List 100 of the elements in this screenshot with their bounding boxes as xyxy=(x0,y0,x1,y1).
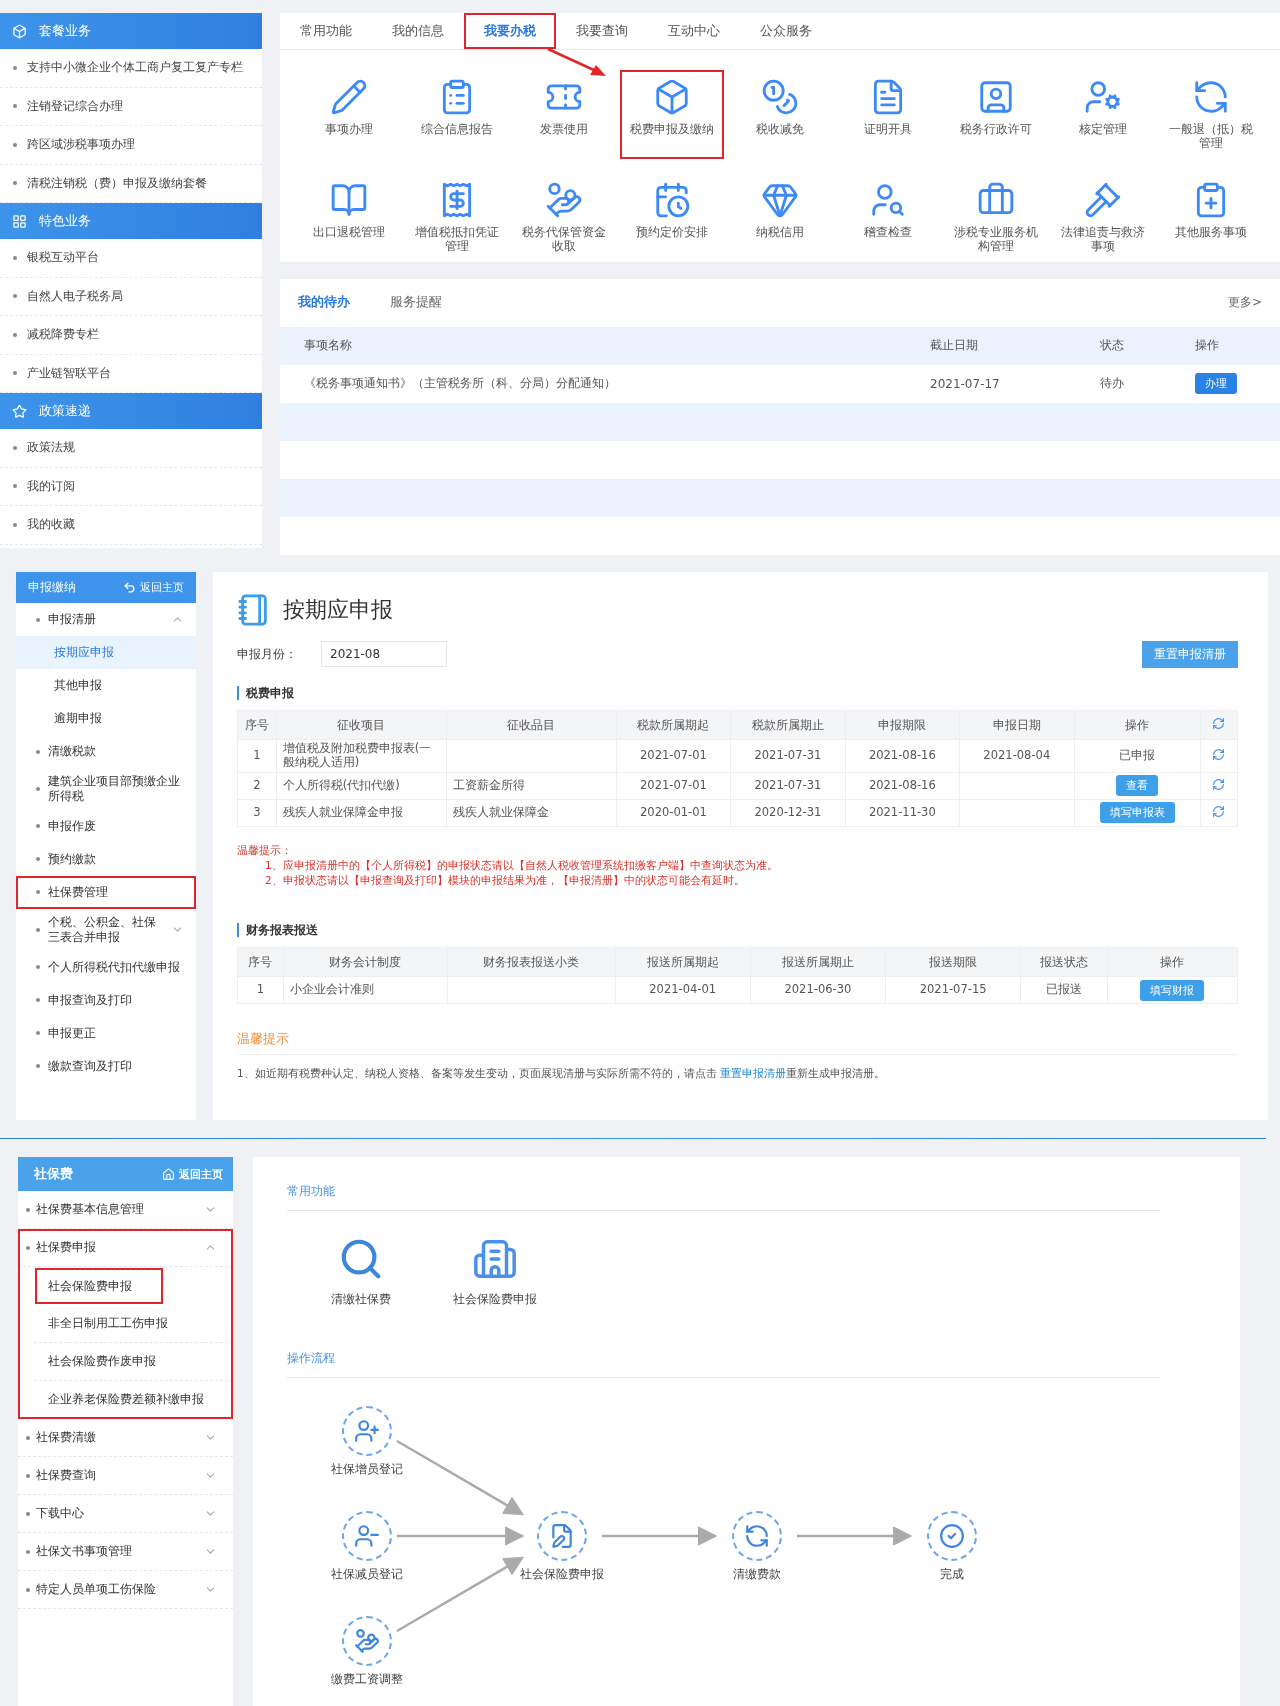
refresh-icon[interactable] xyxy=(1212,777,1226,791)
nav-label: 建筑企业项目部预缴企业所得税 xyxy=(48,774,181,804)
status-text: 已申报 xyxy=(1119,748,1156,763)
nav-subitem[interactable]: 社会保险费申报 xyxy=(34,1267,164,1305)
nav-item[interactable]: 社保费基本信息管理 xyxy=(18,1191,233,1229)
bullet-icon xyxy=(13,294,17,299)
grid-icon xyxy=(12,213,27,229)
flow-label: 缴费工资调整 xyxy=(331,1672,403,1687)
bullet-icon xyxy=(36,927,40,932)
shortcut[interactable]: 清缴社保费 xyxy=(311,1235,411,1308)
table-cell: 1 xyxy=(237,976,284,1004)
tab[interactable]: 常用功能 xyxy=(280,13,372,49)
refresh-icon[interactable] xyxy=(1212,804,1226,818)
bullet-icon xyxy=(26,1473,30,1478)
sidebar-item[interactable]: 注销登记综合办理 xyxy=(0,87,262,126)
gavel-icon xyxy=(1084,180,1123,219)
nav-item[interactable]: 特定人员单项工伤保险 xyxy=(18,1571,233,1609)
service-tile[interactable]: 税务代保管资金收取 xyxy=(512,172,617,262)
service-tile[interactable]: 预约定价安排 xyxy=(620,172,725,262)
sidebar-item[interactable]: 支持中小微企业个体工商户复工复产专栏 xyxy=(0,49,262,88)
service-tile[interactable]: 综合信息报告 xyxy=(404,70,509,159)
nav-label: 社保费申报 xyxy=(36,1240,97,1255)
column-header: 申报期限 xyxy=(845,710,960,740)
nav-subitem[interactable]: 非全日制用工工伤申报 xyxy=(34,1305,233,1343)
table-cell: 2021-06-30 xyxy=(750,976,886,1004)
service-tile[interactable]: 一般退（抵）税管理 xyxy=(1159,70,1264,159)
refresh-icon xyxy=(1212,717,1226,731)
shortcut[interactable]: 社会保险费申报 xyxy=(445,1235,545,1308)
service-tile[interactable]: 涉税专业服务机构管理 xyxy=(943,172,1048,262)
nav-subitem[interactable]: 按期应申报 xyxy=(16,636,196,669)
nav-item[interactable]: 社保费查询 xyxy=(18,1457,233,1495)
service-tile[interactable]: 稽查检查 xyxy=(835,172,940,262)
service-tile[interactable]: 纳税信用 xyxy=(728,172,832,262)
tab[interactable]: 我要查询 xyxy=(556,13,648,49)
refresh-icon[interactable] xyxy=(1212,747,1226,761)
service-tile[interactable]: 税费申报及缴纳 xyxy=(620,70,725,159)
flow-label: 完成 xyxy=(940,1567,964,1582)
sidebar-item[interactable]: 减税降费专栏 xyxy=(0,316,262,355)
tab[interactable]: 服务提醒 xyxy=(382,294,450,311)
back-arrow-icon xyxy=(123,581,136,594)
bullet-icon xyxy=(13,142,17,147)
service-tile[interactable]: 发票使用 xyxy=(512,70,617,159)
bullet-icon xyxy=(13,65,17,70)
service-tile[interactable]: 其他服务事项 xyxy=(1159,172,1264,262)
service-tile[interactable]: 税务行政许可 xyxy=(943,70,1048,159)
bullet-icon xyxy=(26,1245,30,1250)
nav-label: 预约缴款 xyxy=(48,851,97,867)
reset-link[interactable]: 重置申报清册 xyxy=(720,1067,787,1080)
service-tile[interactable]: 事项办理 xyxy=(296,70,401,159)
sidebar-item[interactable]: 我的订阅 xyxy=(0,467,262,506)
bullet-icon xyxy=(26,1511,30,1516)
column-header: 截止日期 xyxy=(930,337,979,354)
sidebar-item[interactable]: 我的收藏 xyxy=(0,506,262,545)
bullet-icon xyxy=(26,1207,30,1212)
section-title: 常用功能 xyxy=(287,1175,1160,1211)
column-header: 报送期限 xyxy=(885,947,1021,977)
nav-item[interactable]: 社保费管理 xyxy=(16,875,196,909)
bullet-icon xyxy=(13,371,17,376)
nav-subitem[interactable]: 社会保险费作废申报 xyxy=(34,1343,233,1381)
table-cell: 2020-01-01 xyxy=(616,799,731,827)
service-tile[interactable]: 证明开具 xyxy=(835,70,940,159)
nav-item[interactable]: 社保费申报 xyxy=(18,1229,233,1267)
nav-subitem[interactable]: 企业养老保险费差额补缴申报 xyxy=(34,1381,233,1419)
bullet-icon xyxy=(13,445,17,450)
more-link[interactable]: 更多> xyxy=(1227,294,1262,311)
nav-item[interactable]: 社保文书事项管理 xyxy=(18,1533,233,1571)
nav-label: 下载中心 xyxy=(36,1506,85,1521)
table-cell: 1 xyxy=(237,739,277,773)
tab[interactable]: 公众服务 xyxy=(740,13,832,49)
tab[interactable]: 我的待办 xyxy=(290,294,358,311)
bullet-icon xyxy=(26,1549,30,1554)
table-cell: 残疾人就业保障金申报 xyxy=(276,799,447,827)
notice-title: 温馨提示： xyxy=(237,843,293,858)
nav-item[interactable]: 下载中心 xyxy=(18,1495,233,1533)
service-tile[interactable]: 出口退税管理 xyxy=(296,172,401,262)
sidebar-item[interactable]: 自然人电子税务局 xyxy=(0,277,262,316)
bullet-icon xyxy=(26,1587,30,1592)
service-tile[interactable]: 增值税抵扣凭证管理 xyxy=(404,172,509,262)
table-cell: 已报送 xyxy=(1020,976,1108,1004)
table-cell: 2021-08-16 xyxy=(845,772,960,800)
flow-label: 社保增员登记 xyxy=(331,1462,403,1477)
bullet-icon xyxy=(36,1064,40,1069)
bullet-icon xyxy=(36,786,40,791)
pointer-arrow xyxy=(546,47,608,77)
nav-item[interactable]: 社保费清缴 xyxy=(18,1419,233,1457)
handle-button[interactable]: 办理 xyxy=(1195,373,1237,394)
nav-label: 社保费查询 xyxy=(36,1468,97,1483)
tab[interactable]: 我的信息 xyxy=(372,13,464,49)
page-title: 按期应申报 xyxy=(283,596,393,624)
service-tile[interactable]: 税收减免 xyxy=(728,70,832,159)
sidebar-item[interactable]: 政策法规 xyxy=(0,429,262,468)
tip-text: 1、如近期有税费种认定、纳税人资格、备案等发生变动，页面展现清册与实际所需不符的，请点击 重置申报清册重新生成申报清册。 xyxy=(237,1067,887,1082)
flow-label: 社会保险费申报 xyxy=(520,1567,604,1582)
service-tile[interactable]: 核定管理 xyxy=(1051,70,1156,159)
service-tile[interactable]: 法律追责与救济事项 xyxy=(1051,172,1156,262)
month-field[interactable]: 2021-08 xyxy=(321,641,447,667)
tab[interactable]: 我要办税 xyxy=(464,13,556,49)
sidebar-item[interactable]: 银税互动平台 xyxy=(0,239,262,278)
tab[interactable]: 互动中心 xyxy=(648,13,740,49)
sidebar-item[interactable]: 跨区域涉税事项办理 xyxy=(0,126,262,165)
